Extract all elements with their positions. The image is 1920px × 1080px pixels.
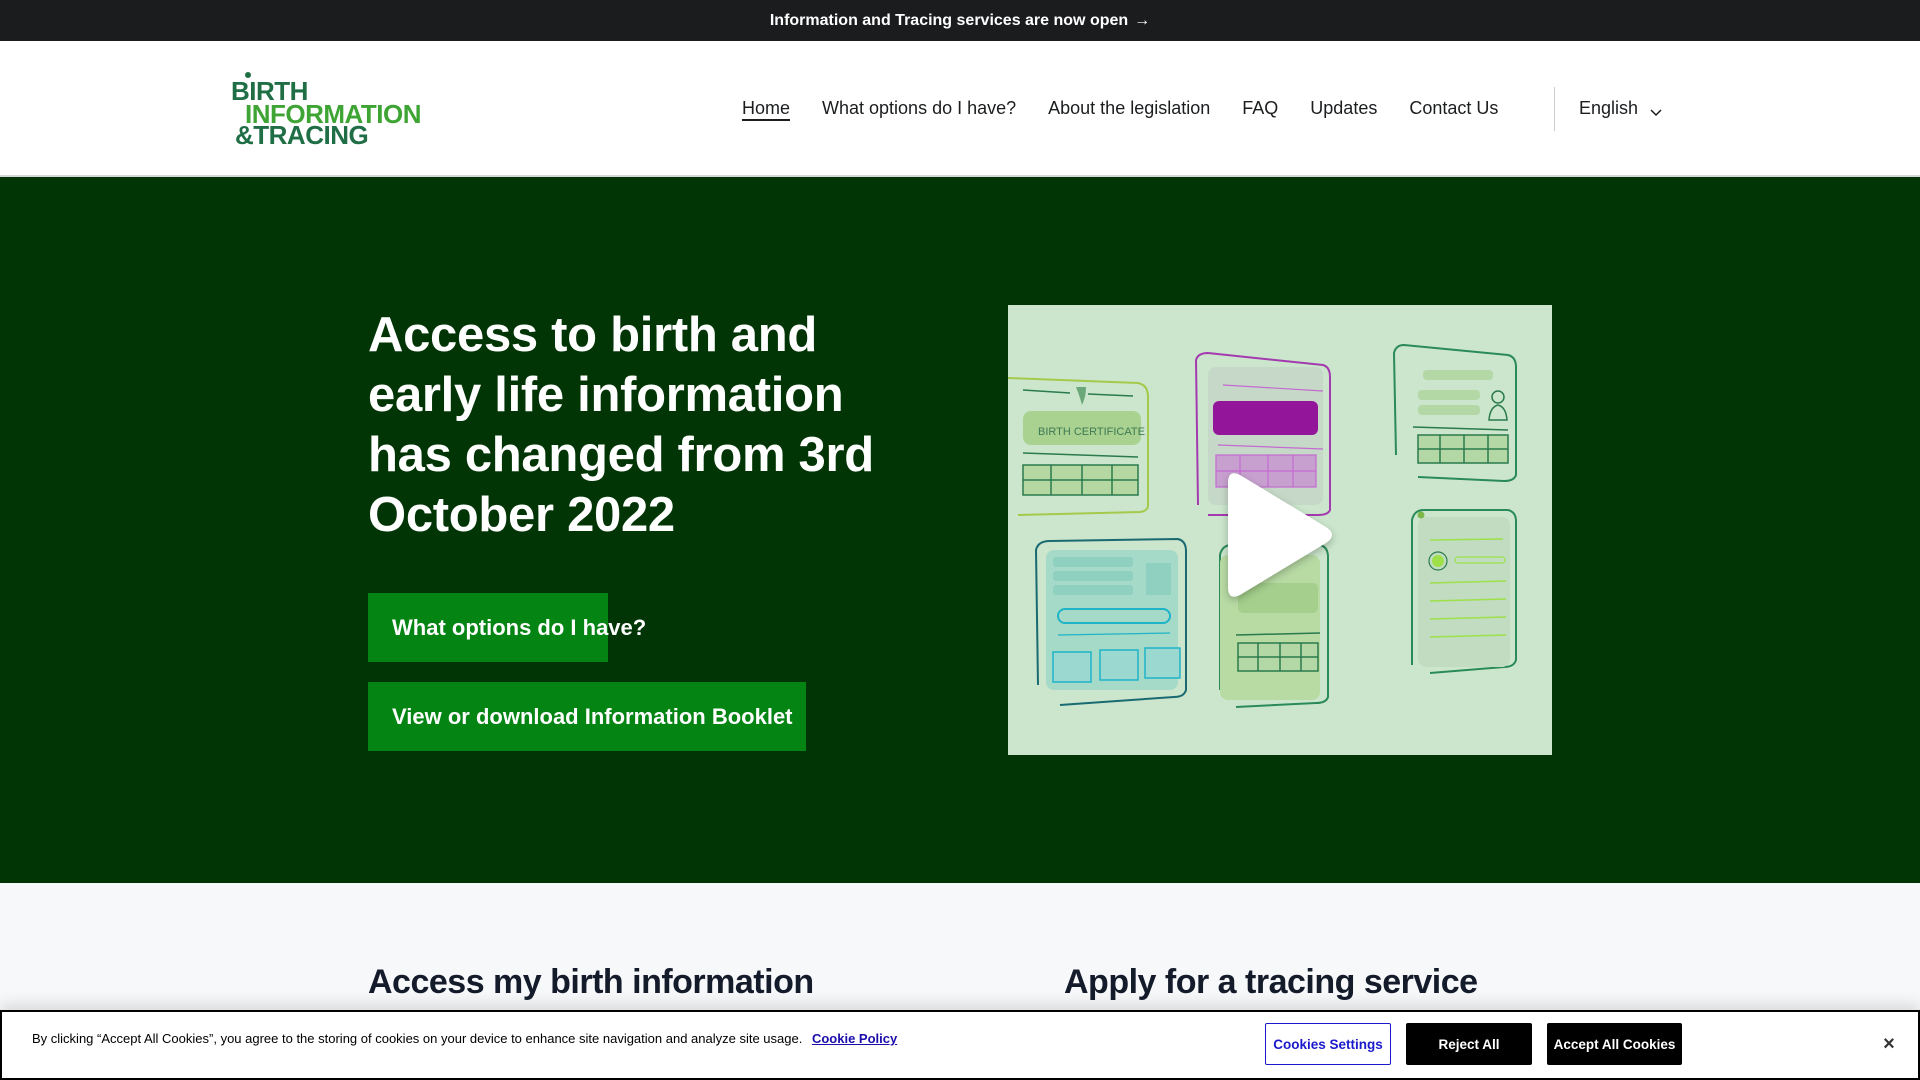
site-logo[interactable]: BIRTH INFORMATION &TRACING bbox=[231, 72, 422, 150]
cookie-banner: By clicking “Accept All Cookies”, you ag… bbox=[0, 1010, 1920, 1080]
access-birth-info-heading[interactable]: Access my birth information bbox=[368, 963, 814, 1002]
thumbnail-certificate-text: BIRTH CERTIFICATE bbox=[1038, 426, 1145, 438]
logo-line-tracing: &TRACING bbox=[235, 120, 369, 150]
language-label: English bbox=[1579, 97, 1639, 118]
close-icon[interactable]: × bbox=[1879, 1034, 1899, 1054]
video-player[interactable]: BIRTH CERTIFICATE bbox=[1008, 305, 1552, 755]
main-nav: Home What options do I have? About the l… bbox=[742, 41, 1530, 175]
nav-updates[interactable]: Updates bbox=[1310, 98, 1377, 119]
nav-what-options[interactable]: What options do I have? bbox=[822, 98, 1016, 119]
cookie-text-wrapper: By clicking “Accept All Cookies”, you ag… bbox=[32, 1031, 897, 1046]
language-divider bbox=[1554, 87, 1555, 131]
teal-card bbox=[1034, 537, 1187, 706]
id-card bbox=[1392, 343, 1517, 483]
announcement-text: Information and Tracing services are now… bbox=[769, 11, 1129, 29]
cookie-policy-link[interactable]: Cookie Policy bbox=[812, 1031, 897, 1046]
what-options-button[interactable]: What options do I have? bbox=[368, 593, 646, 662]
cookie-message: By clicking “Accept All Cookies”, you ag… bbox=[32, 1031, 803, 1046]
language-selector[interactable]: English bbox=[1579, 41, 1662, 175]
accept-all-cookies-button[interactable]: Accept All Cookies bbox=[1547, 1023, 1682, 1065]
nav-contact-us[interactable]: Contact Us bbox=[1409, 98, 1498, 119]
nav-about-legislation[interactable]: About the legislation bbox=[1048, 98, 1210, 119]
lined-card bbox=[1411, 509, 1517, 674]
video-thumbnail-illustration: BIRTH CERTIFICATE bbox=[1008, 343, 1517, 708]
nav-home[interactable]: Home bbox=[742, 98, 790, 119]
hero-title: Access to birth and early life informati… bbox=[368, 308, 874, 542]
site-header: BIRTH INFORMATION &TRACING Home What opt… bbox=[0, 41, 1920, 177]
arrow-right-icon: → bbox=[1134, 11, 1151, 29]
cookies-settings-button[interactable]: Cookies Settings bbox=[1265, 1023, 1391, 1065]
chevron-down-icon bbox=[1650, 102, 1662, 117]
nav-faq[interactable]: FAQ bbox=[1242, 98, 1278, 119]
tracing-service-heading[interactable]: Apply for a tracing service bbox=[1064, 963, 1478, 1002]
birth-certificate-card: BIRTH CERTIFICATE bbox=[1008, 377, 1149, 516]
reject-all-button[interactable]: Reject All bbox=[1406, 1023, 1532, 1065]
hero-section: Access to birth and early life informati… bbox=[0, 177, 1920, 883]
announcement-bar[interactable]: Information and Tracing services are now… bbox=[0, 0, 1920, 41]
download-booklet-button[interactable]: View or download Information Booklet bbox=[368, 682, 806, 751]
